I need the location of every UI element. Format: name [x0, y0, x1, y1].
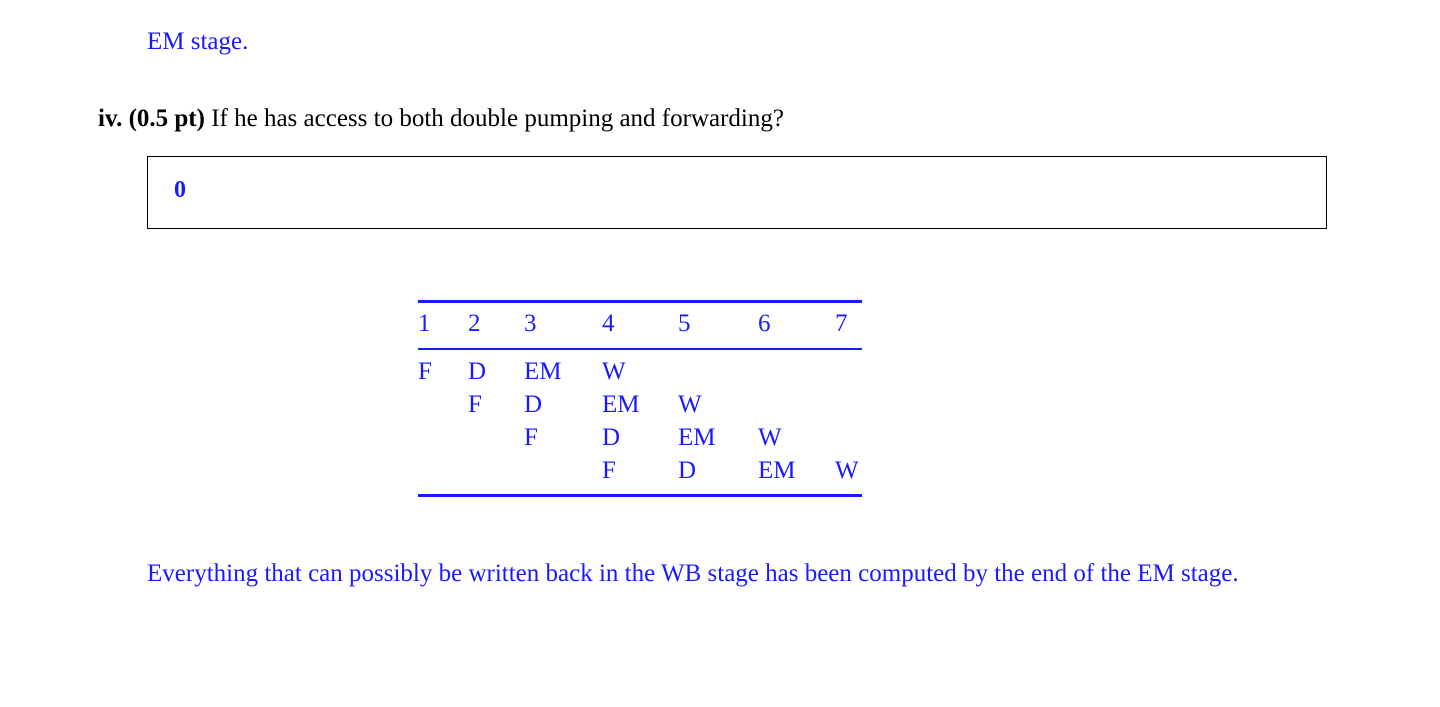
question-iv: iv. (0.5 pt) If he has access to both do… — [98, 103, 784, 135]
previous-answer-text: EM stage. — [147, 28, 249, 55]
table-cell: F — [418, 358, 432, 385]
table-top-rule — [418, 300, 862, 303]
table-cell: D — [524, 391, 543, 418]
table-cell: EM — [758, 457, 796, 484]
table-cell: D — [678, 457, 697, 484]
explanation-text: Everything that can possibly be written … — [147, 560, 1239, 587]
answer-box: 0 — [147, 156, 1327, 229]
table-cell: EM — [602, 391, 640, 418]
table-cell: W — [835, 457, 859, 484]
question-points: (0.5 pt) — [128, 105, 205, 132]
question-text: If he has access to both double pumping … — [211, 105, 784, 132]
table-cell: W — [602, 358, 626, 385]
table-cell: F — [468, 391, 482, 418]
table-cell: D — [602, 424, 621, 451]
answer-value: 0 — [174, 177, 186, 203]
table-bottom-rule — [418, 494, 862, 497]
table-header-cell: 6 — [758, 310, 771, 337]
table-header-cell: 2 — [468, 310, 481, 337]
table-cell: EM — [678, 424, 716, 451]
table-cell: W — [758, 424, 782, 451]
table-header-cell: 3 — [524, 310, 537, 337]
pipeline-table: 1 2 3 4 5 6 7 F D EM W F D EM W F D EM W F D EM W — [418, 300, 862, 497]
table-cell: F — [602, 457, 616, 484]
table-cell: EM — [524, 358, 562, 385]
table-header-cell: 7 — [835, 310, 848, 337]
table-cell: F — [524, 424, 538, 451]
table-header-cell: 5 — [678, 310, 691, 337]
table-cell: D — [468, 358, 487, 385]
table-header-rule — [418, 348, 862, 350]
table-header-cell: 1 — [418, 310, 431, 337]
table-cell: W — [678, 391, 702, 418]
question-number: iv. — [98, 105, 123, 132]
table-header-cell: 4 — [602, 310, 615, 337]
